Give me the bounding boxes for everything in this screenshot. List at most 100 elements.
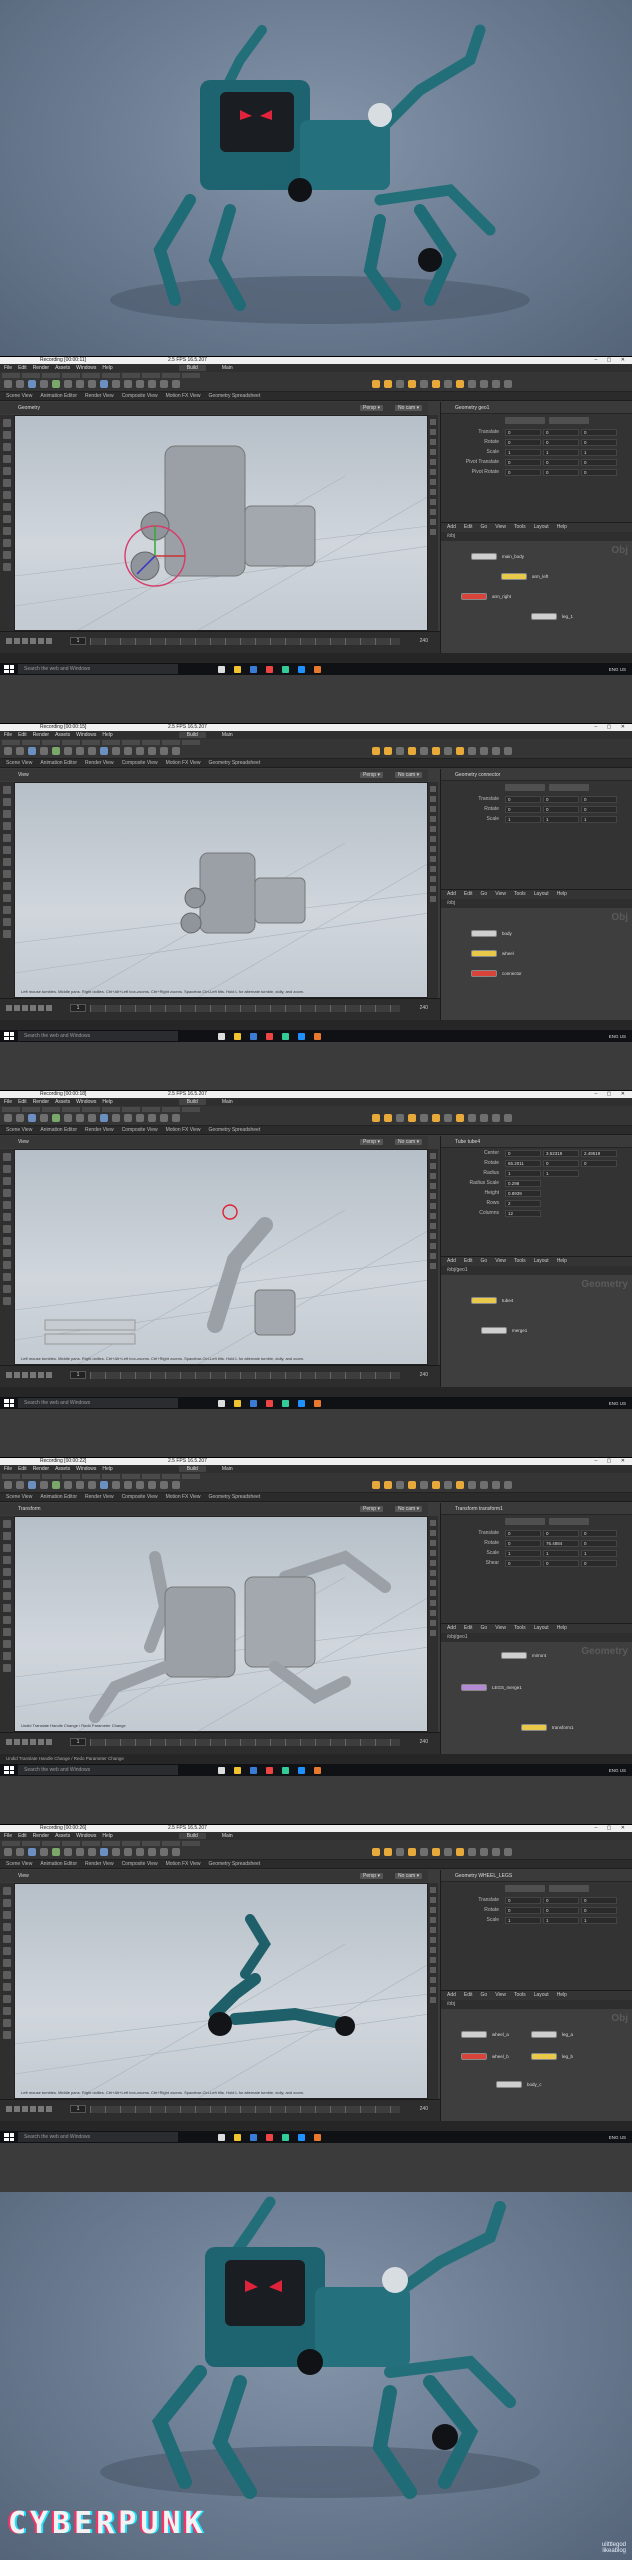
- param-field[interactable]: 0: [581, 458, 617, 466]
- 3d-viewport[interactable]: Left mouse tumbles. Middle pans. Right d…: [14, 1149, 428, 1365]
- param-field[interactable]: 0: [543, 1159, 579, 1167]
- shelf-icons-left[interactable]: [4, 1114, 180, 1122]
- param-field[interactable]: 0: [505, 428, 541, 436]
- camera-menu[interactable]: Persp ▾: [360, 1139, 383, 1145]
- camera-menu[interactable]: Persp ▾: [360, 1873, 383, 1879]
- param-field[interactable]: 0: [581, 795, 617, 803]
- timeline[interactable]: 1 240: [0, 631, 440, 653]
- end-frame[interactable]: 240: [420, 1739, 428, 1745]
- shelf-icons-right[interactable]: [372, 747, 512, 755]
- network-node[interactable]: wheel: [471, 950, 514, 957]
- param-field[interactable]: 0: [505, 805, 541, 813]
- right-toolbar[interactable]: [428, 1516, 438, 1732]
- param-field[interactable]: 0: [505, 458, 541, 466]
- network-node[interactable]: tube4: [471, 1297, 513, 1304]
- network-node[interactable]: leg_1: [531, 613, 573, 620]
- param-field[interactable]: 0: [543, 438, 579, 446]
- param-field[interactable]: 0: [581, 438, 617, 446]
- timeline[interactable]: 1 240: [0, 998, 440, 1020]
- end-frame[interactable]: 240: [420, 638, 428, 644]
- right-toolbar[interactable]: [428, 1883, 438, 2099]
- menu-windows[interactable]: Windows: [76, 732, 96, 738]
- param-field[interactable]: 0: [543, 795, 579, 803]
- end-frame[interactable]: 240: [420, 1005, 428, 1011]
- menu-help[interactable]: Help: [102, 1099, 112, 1105]
- param-field[interactable]: 1: [505, 1916, 541, 1924]
- param-field[interactable]: 0: [505, 1149, 541, 1157]
- param-field[interactable]: 0: [543, 1906, 579, 1914]
- right-toolbar[interactable]: [428, 1149, 438, 1365]
- network-node[interactable]: body_c: [496, 2081, 542, 2088]
- param-field[interactable]: 12: [505, 1209, 541, 1217]
- network-node[interactable]: wheel_a: [461, 2031, 509, 2038]
- param-field[interactable]: 0: [581, 1529, 617, 1537]
- menu-edit[interactable]: Edit: [18, 1833, 27, 1839]
- param-field[interactable]: 0: [581, 1539, 617, 1547]
- network-editor[interactable]: Add Edit Go View Tools Layout Help /obj/geo1 G…: [440, 1256, 632, 1387]
- param-field[interactable]: 1: [505, 448, 541, 456]
- windows-start-icon[interactable]: [4, 1766, 14, 1774]
- timeline-ruler[interactable]: [90, 1739, 400, 1746]
- desktop-selector[interactable]: Build: [178, 1099, 206, 1105]
- timeline[interactable]: 1 240: [0, 1365, 440, 1387]
- end-frame[interactable]: 240: [420, 2106, 428, 2112]
- param-field[interactable]: 0: [543, 428, 579, 436]
- menu-assets[interactable]: Assets: [55, 1466, 70, 1472]
- timeline-ruler[interactable]: [90, 1372, 400, 1379]
- param-field[interactable]: 1: [505, 1549, 541, 1557]
- network-node[interactable]: connector: [471, 970, 522, 977]
- menu-assets[interactable]: Assets: [55, 1833, 70, 1839]
- param-field[interactable]: 0: [581, 428, 617, 436]
- param-field[interactable]: 2: [505, 1199, 541, 1207]
- param-field[interactable]: 0: [505, 1906, 541, 1914]
- network-node[interactable]: leg_a: [531, 2031, 573, 2038]
- param-field[interactable]: 0: [543, 1529, 579, 1537]
- window-buttons[interactable]: – ▢ ✕: [595, 357, 629, 364]
- main-label[interactable]: Main: [222, 1833, 233, 1839]
- main-label[interactable]: Main: [222, 1466, 233, 1472]
- param-field[interactable]: 1: [505, 1169, 541, 1177]
- menu-file[interactable]: File: [4, 365, 12, 371]
- menu-help[interactable]: Help: [102, 1833, 112, 1839]
- desktop-selector[interactable]: Build: [178, 732, 206, 738]
- camera-menu[interactable]: Persp ▾: [360, 1506, 383, 1512]
- display-menu[interactable]: No cam ▾: [395, 1873, 423, 1879]
- param-field[interactable]: 1: [505, 815, 541, 823]
- param-field[interactable]: 1: [543, 815, 579, 823]
- current-frame[interactable]: 1: [70, 637, 86, 645]
- param-field[interactable]: 0.298: [505, 1179, 541, 1187]
- left-toolbar[interactable]: [0, 1516, 14, 1732]
- param-field[interactable]: 0: [581, 1896, 617, 1904]
- menu-assets[interactable]: Assets: [55, 732, 70, 738]
- param-field[interactable]: 1: [543, 1916, 579, 1924]
- menu-windows[interactable]: Windows: [76, 1099, 96, 1105]
- left-toolbar[interactable]: [0, 1883, 14, 2099]
- menu-edit[interactable]: Edit: [18, 365, 27, 371]
- taskbar-apps[interactable]: [218, 1766, 321, 1774]
- param-field[interactable]: 1: [581, 1549, 617, 1557]
- shelf-icons-left[interactable]: [4, 1848, 180, 1856]
- timeline[interactable]: 1 240: [0, 1732, 440, 1754]
- menu-help[interactable]: Help: [102, 732, 112, 738]
- param-field[interactable]: 0: [505, 795, 541, 803]
- param-field[interactable]: 0: [543, 805, 579, 813]
- main-label[interactable]: Main: [222, 365, 233, 371]
- current-frame[interactable]: 1: [70, 1004, 86, 1012]
- menu-file[interactable]: File: [4, 1466, 12, 1472]
- desktop-selector[interactable]: Build: [178, 365, 206, 371]
- menu-windows[interactable]: Windows: [76, 1466, 96, 1472]
- param-field[interactable]: 0: [543, 468, 579, 476]
- param-field[interactable]: 0: [505, 1539, 541, 1547]
- shelf-icons-left[interactable]: [4, 380, 180, 388]
- window-buttons[interactable]: – ▢ ✕: [595, 1458, 629, 1465]
- network-node[interactable]: arm_right: [461, 593, 511, 600]
- network-node[interactable]: merge1: [481, 1327, 527, 1334]
- param-field[interactable]: 0: [581, 1159, 617, 1167]
- menu-assets[interactable]: Assets: [55, 365, 70, 371]
- param-field[interactable]: 1: [581, 448, 617, 456]
- timeline-ruler[interactable]: [90, 1005, 400, 1012]
- shelf-icons-left[interactable]: [4, 1481, 180, 1489]
- display-menu[interactable]: No cam ▾: [395, 1506, 423, 1512]
- param-field[interactable]: 3.52319: [543, 1149, 579, 1157]
- left-toolbar[interactable]: [0, 415, 14, 631]
